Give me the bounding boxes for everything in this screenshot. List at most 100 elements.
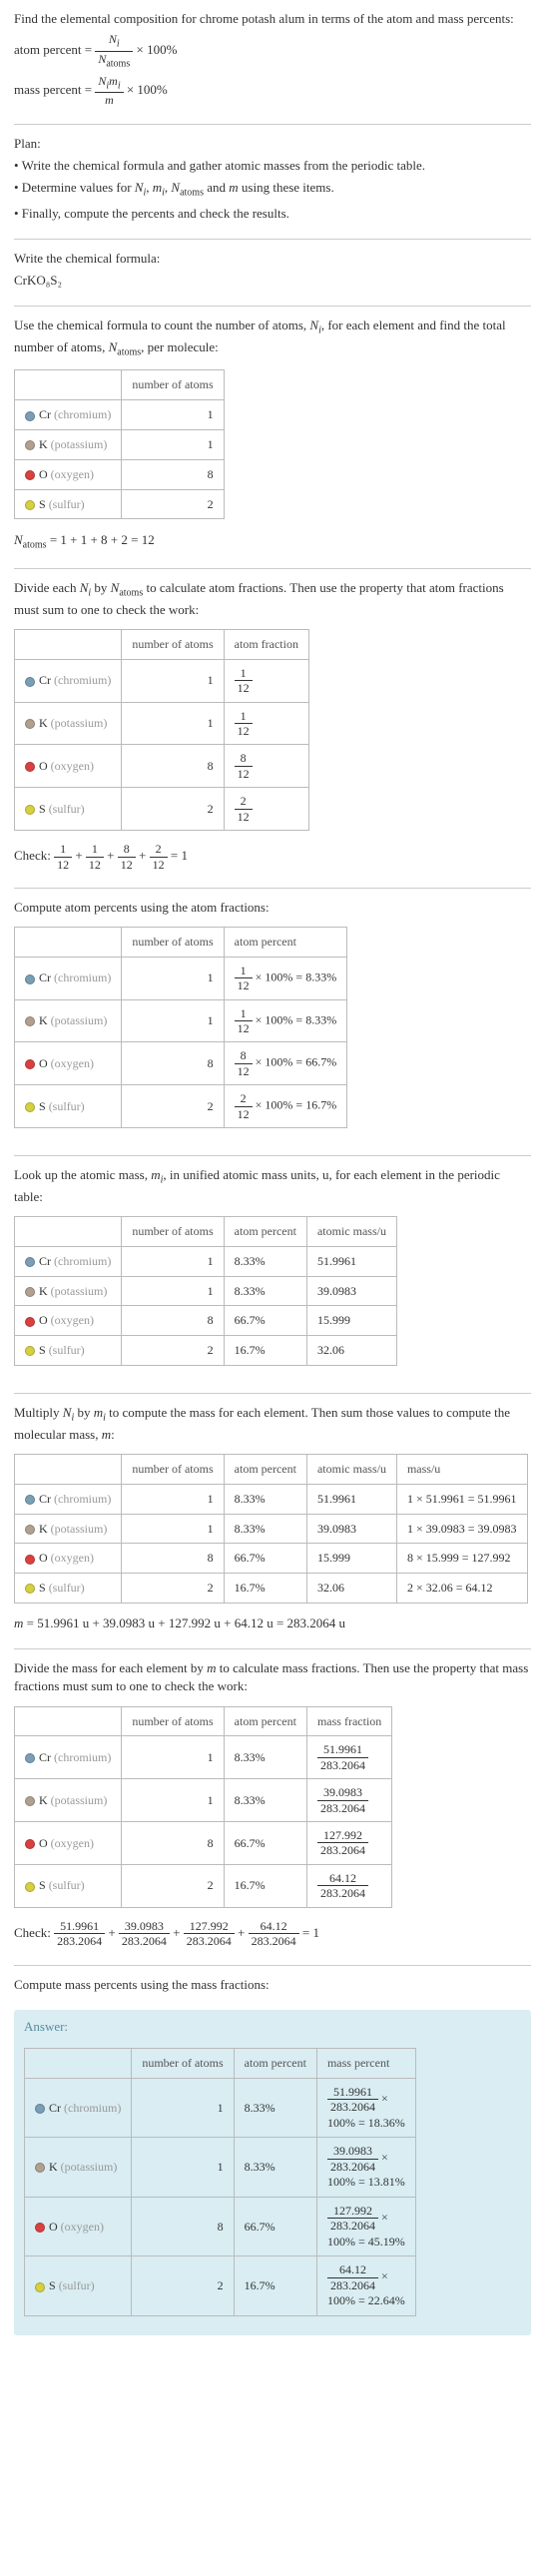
table-row: K (potassium)18.33%39.0983: [15, 1276, 397, 1306]
table-row: Cr (chromium)18.33%51.99611 × 51.9961 = …: [15, 1484, 528, 1514]
mass-fraction-table: number of atomsatom percentmass fraction…: [14, 1706, 392, 1908]
divider: [14, 1648, 531, 1649]
fraction-intro: Divide each Ni by Natoms to calculate at…: [14, 579, 531, 619]
table-row: Cr (chromium)1112 × 100% = 8.33%: [15, 957, 347, 999]
element-dot-cr: [25, 974, 35, 984]
element-dot-o: [25, 762, 35, 772]
table-row: S (sulfur)216.7%64.12283.2064: [15, 1864, 392, 1907]
table-row: S (sulfur)216.7%32.06: [15, 1336, 397, 1366]
mass-frac-intro: Divide the mass for each element by m to…: [14, 1659, 531, 1695]
answer-label: Answer:: [24, 2018, 521, 2036]
divider: [14, 1393, 531, 1394]
multiply-intro: Multiply Ni by mi to compute the mass fo…: [14, 1404, 531, 1444]
element-dot-k: [25, 1525, 35, 1535]
mass-fraction-section: Divide the mass for each element by m to…: [14, 1659, 531, 1948]
table-row: K (potassium)18.33%39.0983283.2064: [15, 1779, 392, 1822]
fraction-table: number of atomsatom fraction Cr (chromiu…: [14, 629, 309, 831]
table-row: Cr (chromium)18.33%51.9961283.2064 ×100%…: [25, 2078, 416, 2138]
count-intro: Use the chemical formula to count the nu…: [14, 317, 531, 359]
mass-percent-formula: mass percent = Nimim × 100%: [14, 74, 531, 108]
table-header: number of atomsatom percentatomic mass/u: [15, 1216, 397, 1246]
table-row: S (sulfur)2212: [15, 788, 309, 831]
atom-pct-intro: Compute atom percents using the atom fra…: [14, 899, 531, 917]
table-row: O (oxygen)866.7%127.992283.2064: [15, 1822, 392, 1865]
table-header: number of atomsatom percent: [15, 928, 347, 958]
divider: [14, 1965, 531, 1966]
table-row: O (oxygen)8: [15, 459, 225, 489]
element-dot-cr: [25, 1257, 35, 1267]
table-row: Cr (chromium)18.33%51.9961283.2064: [15, 1736, 392, 1779]
element-dot-k: [25, 719, 35, 729]
intro-text: Find the elemental composition for chrom…: [14, 10, 531, 28]
table-row: O (oxygen)8812: [15, 745, 309, 788]
element-dot-cr: [25, 1753, 35, 1763]
divider: [14, 124, 531, 125]
atom-percent-table: number of atomsatom percent Cr (chromium…: [14, 927, 347, 1128]
table-row: S (sulfur)216.7%32.062 × 32.06 = 64.12: [15, 1574, 528, 1604]
plan-title: Plan:: [14, 135, 531, 153]
atomic-mass-table: number of atomsatom percentatomic mass/u…: [14, 1216, 397, 1366]
element-dot-o: [25, 1317, 35, 1327]
divider: [14, 239, 531, 240]
table-row: K (potassium)18.33%39.09831 × 39.0983 = …: [15, 1514, 528, 1544]
element-dot-s: [35, 2282, 45, 2292]
divider: [14, 1155, 531, 1156]
table-row: K (potassium)1112 × 100% = 8.33%: [15, 999, 347, 1042]
mass-frac-check: Check: 51.9961283.2064 + 39.0983283.2064…: [14, 1919, 531, 1949]
element-dot-k: [25, 1016, 35, 1026]
table-header: number of atomsatom percentmass percent: [25, 2048, 416, 2078]
element-dot-k: [25, 440, 35, 450]
table-row: Cr (chromium)1: [15, 400, 225, 430]
element-dot-o: [35, 2223, 45, 2233]
table-row: O (oxygen)866.7%127.992283.2064 ×100% = …: [25, 2197, 416, 2256]
table-row: K (potassium)1112: [15, 702, 309, 745]
element-dot-o: [25, 1839, 35, 1849]
plan-bullet-1: • Write the chemical formula and gather …: [14, 157, 531, 175]
element-dot-s: [25, 1882, 35, 1892]
table-row: S (sulfur)2212 × 100% = 16.7%: [15, 1085, 347, 1128]
answer-table: number of atomsatom percentmass percent …: [24, 2048, 416, 2316]
divider: [14, 568, 531, 569]
table-row: Cr (chromium)18.33%51.9961: [15, 1246, 397, 1276]
element-dot-cr: [25, 677, 35, 687]
table-row: K (potassium)18.33%39.0983283.2064 ×100%…: [25, 2138, 416, 2198]
element-dot-s: [25, 1102, 35, 1112]
element-dot-cr: [25, 1495, 35, 1505]
table-row: S (sulfur)2: [15, 489, 225, 519]
multiply-table: number of atomsatom percentatomic mass/u…: [14, 1454, 528, 1604]
table-row: O (oxygen)8812 × 100% = 66.7%: [15, 1042, 347, 1085]
element-dot-k: [25, 1796, 35, 1806]
table-row: Cr (chromium)1112: [15, 659, 309, 702]
atom-fraction-section: Divide each Ni by Natoms to calculate at…: [14, 579, 531, 872]
atomic-mass-section: Look up the atomic mass, mi, in unified …: [14, 1166, 531, 1377]
divider: [14, 888, 531, 889]
table-row: K (potassium)1: [15, 430, 225, 460]
element-dot-o: [25, 470, 35, 480]
plan-bullet-3: • Finally, compute the percents and chec…: [14, 205, 531, 223]
element-dot-k: [35, 2163, 45, 2173]
element-dot-o: [25, 1059, 35, 1069]
mass-pct-intro: Compute mass percents using the mass fra…: [14, 1976, 531, 1994]
formula-title: Write the chemical formula:: [14, 250, 531, 268]
table-header: number of atoms: [15, 370, 225, 400]
m-equation: m = 51.9961 u + 39.0983 u + 127.992 u + …: [14, 1614, 531, 1632]
plan-bullet-2: • Determine values for Ni, mi, Natoms an…: [14, 179, 531, 201]
element-dot-s: [25, 500, 35, 510]
table-row: O (oxygen)866.7%15.9998 × 15.999 = 127.9…: [15, 1544, 528, 1574]
mass-intro: Look up the atomic mass, mi, in unified …: [14, 1166, 531, 1206]
table-header: number of atomsatom percentatomic mass/u…: [15, 1454, 528, 1484]
element-dot-s: [25, 1584, 35, 1594]
atoms-table: number of atoms Cr (chromium)1 K (potass…: [14, 369, 225, 519]
multiply-section: Multiply Ni by mi to compute the mass fo…: [14, 1404, 531, 1632]
answer-box: Answer: number of atomsatom percentmass …: [14, 2010, 531, 2335]
table-row: S (sulfur)216.7%64.12283.2064 ×100% = 22…: [25, 2256, 416, 2316]
divider: [14, 306, 531, 307]
element-dot-cr: [25, 411, 35, 421]
table-header: number of atomsatom fraction: [15, 630, 309, 660]
intro-section: Find the elemental composition for chrom…: [14, 10, 531, 108]
element-dot-k: [25, 1287, 35, 1297]
n-atoms-equation: Natoms = 1 + 1 + 8 + 2 = 12: [14, 531, 531, 553]
element-dot-s: [25, 1346, 35, 1356]
table-header: number of atomsatom percentmass fraction: [15, 1706, 392, 1736]
mass-percent-section: Compute mass percents using the mass fra…: [14, 1976, 531, 1994]
